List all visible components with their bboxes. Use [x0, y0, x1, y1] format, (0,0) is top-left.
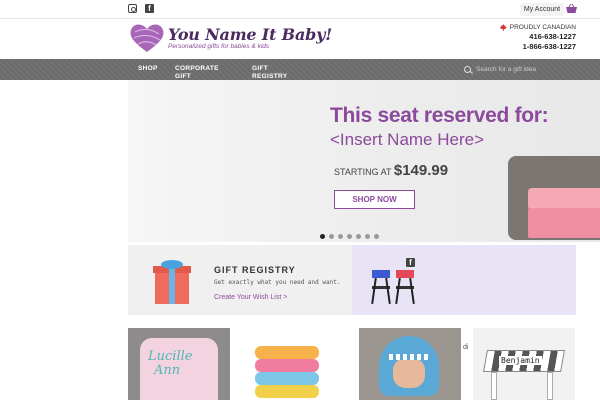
- carousel-dot[interactable]: [374, 234, 379, 239]
- logo[interactable]: You Name It Baby! Personalized gifts for…: [129, 22, 332, 54]
- director-chairs-promo[interactable]: f: [352, 245, 576, 315]
- stool-leg: [491, 372, 497, 400]
- chair-leg: [409, 277, 415, 305]
- facebook-icon[interactable]: f: [406, 258, 415, 267]
- stool-name: Benjamin: [499, 356, 542, 365]
- my-account-button[interactable]: My Account: [520, 3, 564, 16]
- product-stool[interactable]: Benjamin: [473, 328, 575, 400]
- towel: [255, 359, 319, 372]
- search-icon[interactable]: [464, 65, 471, 73]
- carousel-dot[interactable]: [347, 234, 352, 239]
- product-towels[interactable]: [243, 328, 345, 400]
- product-backpack[interactable]: Lucille Ann: [128, 328, 230, 400]
- towel: [255, 372, 319, 385]
- search-input[interactable]: [476, 63, 576, 75]
- brand-tagline: Personalized gifts for babies & kids: [168, 42, 270, 50]
- create-wish-list-link[interactable]: Create Your Wish List >: [214, 294, 287, 301]
- nav-item-shop[interactable]: SHOP: [138, 65, 158, 73]
- main-nav: SHOP CORPORATE GIFT GIFT REGISTRY: [0, 59, 600, 80]
- chair-base: [528, 208, 600, 238]
- stool-leg: [547, 372, 553, 400]
- towel: [255, 385, 319, 398]
- shark-teeth: [389, 354, 429, 360]
- carousel-dot[interactable]: [365, 234, 370, 239]
- site-header: You Name It Baby! Personalized gifts for…: [0, 19, 600, 59]
- carousel-dots: [320, 234, 379, 239]
- maple-leaf-icon: [499, 24, 507, 31]
- shop-now-button[interactable]: SHOP NOW: [334, 190, 415, 209]
- chair-cushion: [528, 188, 600, 210]
- carousel-dot[interactable]: [329, 234, 334, 239]
- product-grid: Lucille Ann Benjamin: [128, 328, 576, 400]
- chair-back-red: [396, 270, 414, 278]
- hero-title: This seat reserved for:: [330, 104, 549, 127]
- price-label: STARTING AT: [334, 167, 392, 177]
- gift-bow: [161, 260, 183, 269]
- phone-tollfree[interactable]: 1-866-638-1227: [500, 42, 576, 52]
- director-chair-blue: [371, 270, 391, 305]
- chair-leg: [371, 277, 377, 305]
- nav-item-corporate-gift[interactable]: CORPORATE GIFT: [175, 65, 225, 80]
- product-shark-towel[interactable]: [359, 328, 461, 400]
- instagram-icon[interactable]: [128, 4, 137, 13]
- gift-registry-panel[interactable]: GIFT REGISTRY Get exactly what you need …: [128, 245, 352, 315]
- social-links: f: [128, 4, 154, 13]
- top-bar: f My Account: [0, 0, 600, 19]
- towel: [255, 346, 319, 359]
- gift-registry-text: Get exactly what you need and want.: [214, 279, 341, 286]
- phone-local[interactable]: 416-638-1227: [500, 32, 576, 42]
- gift-ribbon: [169, 266, 175, 304]
- basket-icon[interactable]: [566, 4, 577, 13]
- carousel-dot[interactable]: [320, 234, 325, 239]
- price-value: $149.99: [393, 162, 449, 179]
- contact-info: PROUDLY CANADIAN 416-638-1227 1-866-638-…: [499, 23, 576, 52]
- hero-banner[interactable]: This seat reserved for: <Insert Name Her…: [128, 80, 600, 242]
- chair-back-blue: [372, 270, 390, 278]
- backpack-embroidery: Lucille Ann: [148, 350, 192, 378]
- brand-name: You Name It Baby!: [168, 24, 333, 44]
- child-face: [393, 358, 425, 388]
- gift-registry-title: GIFT REGISTRY: [214, 265, 296, 275]
- chair-leg: [385, 277, 391, 305]
- nav-item-gift-registry[interactable]: GIFT REGISTRY: [252, 65, 302, 80]
- hero-price: STARTING AT $149.99: [334, 162, 448, 179]
- heart-logo-icon: [130, 24, 164, 52]
- carousel-dot[interactable]: [356, 234, 361, 239]
- hero-subtitle: <Insert Name Here>: [330, 130, 485, 149]
- embroidery-line1: Lucille: [148, 349, 193, 364]
- proudly-canadian: PROUDLY CANADIAN: [499, 23, 576, 32]
- embroidery-line2: Ann: [154, 363, 181, 378]
- search-bar: [464, 63, 576, 75]
- proud-label: PROUDLY CANADIAN: [509, 24, 576, 31]
- carousel-dot[interactable]: [338, 234, 343, 239]
- director-chair-red: [395, 270, 415, 305]
- chair-leg: [395, 277, 401, 305]
- facebook-icon[interactable]: f: [145, 4, 154, 13]
- cropped-text: di: [463, 344, 469, 351]
